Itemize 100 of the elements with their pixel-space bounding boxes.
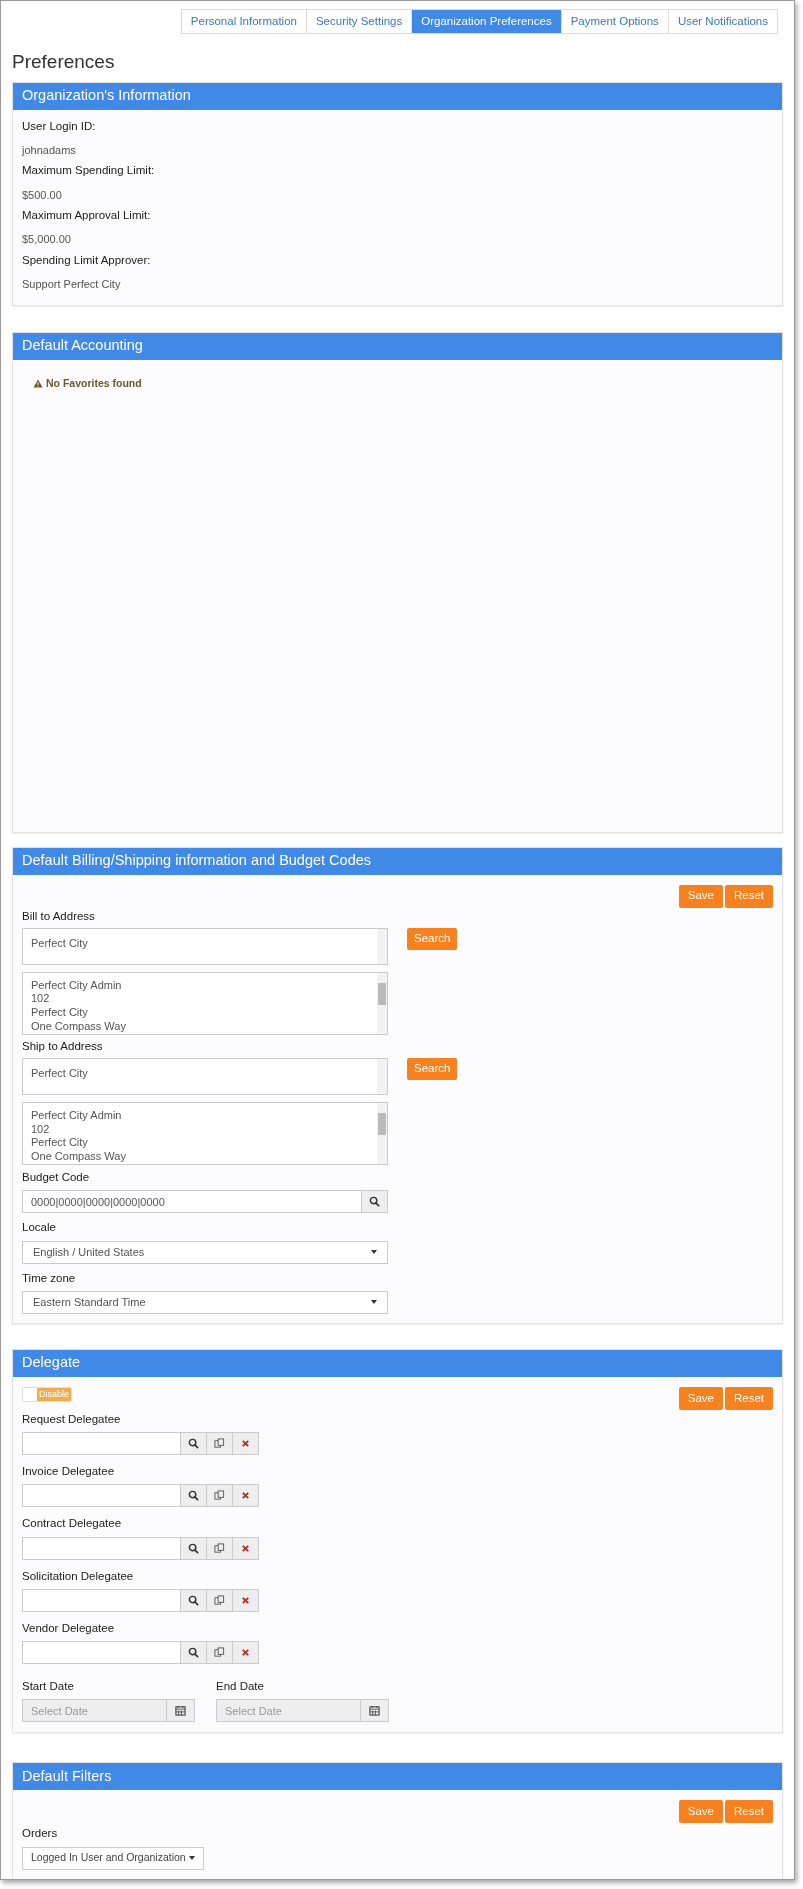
field-label: Budget Code <box>22 1170 91 1185</box>
copy-button[interactable] <box>207 1536 233 1560</box>
field-value: johnadams <box>22 142 77 158</box>
caret-icon <box>371 1250 377 1254</box>
address-line: One Compass Way <box>31 1149 127 1164</box>
dropdown[interactable]: Logged In User and Organization <box>22 1846 204 1870</box>
field-value: $5,000.00 <box>22 232 72 248</box>
warning-icon <box>33 378 43 388</box>
field-label: Bill to Address <box>22 908 96 924</box>
copy-icon <box>214 1542 225 1554</box>
close-icon <box>241 1648 250 1657</box>
caret-icon <box>189 1856 195 1860</box>
copy-icon <box>214 1438 225 1449</box>
field-label: Spending Limit Approver: <box>22 252 152 268</box>
tab[interactable]: Organization Preferences <box>411 9 562 34</box>
scrollbar <box>377 928 387 964</box>
address-line: Perfect City <box>31 1005 89 1020</box>
save-button[interactable]: Save <box>678 884 723 908</box>
field-label: Maximum Spending Limit: <box>22 163 156 179</box>
copy-button[interactable] <box>207 1641 233 1664</box>
address-line: One Compass Way <box>31 1019 127 1034</box>
search-button[interactable]: Search <box>407 927 458 950</box>
field-label: User Login ID: <box>22 118 97 134</box>
copy-icon <box>214 1490 225 1502</box>
delegatee-input[interactable] <box>22 1588 181 1612</box>
delegatee-input[interactable] <box>22 1641 181 1664</box>
close-icon <box>241 1491 250 1501</box>
clear-button[interactable] <box>233 1588 259 1612</box>
address-line: Perfect City Admin <box>31 1109 123 1123</box>
search-icon <box>188 1490 199 1502</box>
address-line: Perfect City Admin <box>31 978 123 993</box>
reset-button[interactable]: Reset <box>724 1800 773 1824</box>
dropdown[interactable]: English / United States <box>22 1240 388 1264</box>
text-area[interactable]: Perfect City <box>22 927 388 965</box>
panel-title: Default Billing/Shipping information and Budget Codes <box>22 851 372 871</box>
search-button[interactable]: Search <box>407 1058 458 1080</box>
field-label: Request Delegatee <box>22 1411 122 1427</box>
address-line: 102 <box>31 1122 51 1137</box>
search-button[interactable] <box>181 1641 207 1664</box>
clear-button[interactable] <box>233 1641 259 1664</box>
tab[interactable]: User Notifications <box>667 9 778 34</box>
dropdown[interactable]: Eastern Standard Time <box>22 1290 388 1314</box>
tab[interactable]: Personal Information <box>180 9 307 34</box>
field-label: End Date <box>216 1679 265 1694</box>
page-title: Preferences <box>12 50 116 74</box>
delegatee-input[interactable] <box>22 1432 181 1455</box>
scrollbar <box>377 1059 387 1094</box>
search-icon <box>188 1438 199 1449</box>
delegatee-input[interactable] <box>22 1536 181 1560</box>
search-icon <box>188 1594 199 1606</box>
field-label: Solicitation Delegatee <box>22 1568 135 1584</box>
delegatee-input[interactable] <box>22 1484 181 1508</box>
copy-button[interactable] <box>207 1432 233 1455</box>
copy-icon <box>214 1594 225 1606</box>
field-label: Contract Delegatee <box>22 1516 123 1532</box>
panel-title: Default Filters <box>22 1766 112 1786</box>
close-icon <box>241 1439 250 1448</box>
address-line: Perfect City <box>31 1136 89 1150</box>
field-value: $500.00 <box>22 187 63 203</box>
address-line: 102 <box>31 992 51 1006</box>
search-button[interactable] <box>181 1432 207 1455</box>
search-button[interactable] <box>181 1484 207 1508</box>
close-icon <box>241 1595 250 1605</box>
clear-button[interactable] <box>233 1432 259 1455</box>
calendar-icon <box>369 1705 380 1717</box>
notice-text: No Favorites found <box>46 375 142 391</box>
reset-button[interactable]: Reset <box>724 884 773 908</box>
field-label: Start Date <box>22 1679 75 1694</box>
field-label: Locale <box>22 1220 57 1236</box>
field-label: Orders <box>22 1826 59 1842</box>
calendar-icon <box>175 1705 186 1717</box>
panel-title: Default Accounting <box>22 336 143 356</box>
date-field[interactable]: Select Date <box>22 1699 195 1723</box>
field-label: Ship to Address <box>22 1038 104 1054</box>
copy-icon <box>214 1647 225 1658</box>
search-icon <box>188 1647 199 1658</box>
save-button[interactable]: Save <box>678 1386 723 1410</box>
toggle-switch[interactable]: Disable <box>22 1386 72 1402</box>
search-icon <box>188 1542 199 1554</box>
field-label: Invoice Delegatee <box>22 1464 116 1479</box>
date-field[interactable]: Select Date <box>216 1699 389 1723</box>
clear-button[interactable] <box>233 1484 259 1508</box>
scrollbar <box>377 972 387 1034</box>
caret-icon <box>371 1300 377 1305</box>
reset-button[interactable]: Reset <box>724 1386 773 1410</box>
field-value: Support Perfect City <box>22 277 122 292</box>
field-label: Time zone <box>22 1270 77 1286</box>
tab[interactable]: Payment Options <box>560 9 669 34</box>
copy-button[interactable] <box>207 1588 233 1612</box>
scrollbar <box>377 1103 387 1164</box>
copy-button[interactable] <box>207 1484 233 1508</box>
tab[interactable]: Security Settings <box>305 9 413 34</box>
save-button[interactable]: Save <box>678 1800 723 1824</box>
panel-title: Organization's Information <box>22 86 191 106</box>
search-button[interactable] <box>181 1536 207 1560</box>
text-area[interactable]: Perfect City <box>22 1058 388 1095</box>
search-button[interactable] <box>181 1588 207 1612</box>
field-label: Maximum Approval Limit: <box>22 208 152 223</box>
clear-button[interactable] <box>233 1536 259 1560</box>
field-label: Vendor Delegatee <box>22 1620 116 1636</box>
